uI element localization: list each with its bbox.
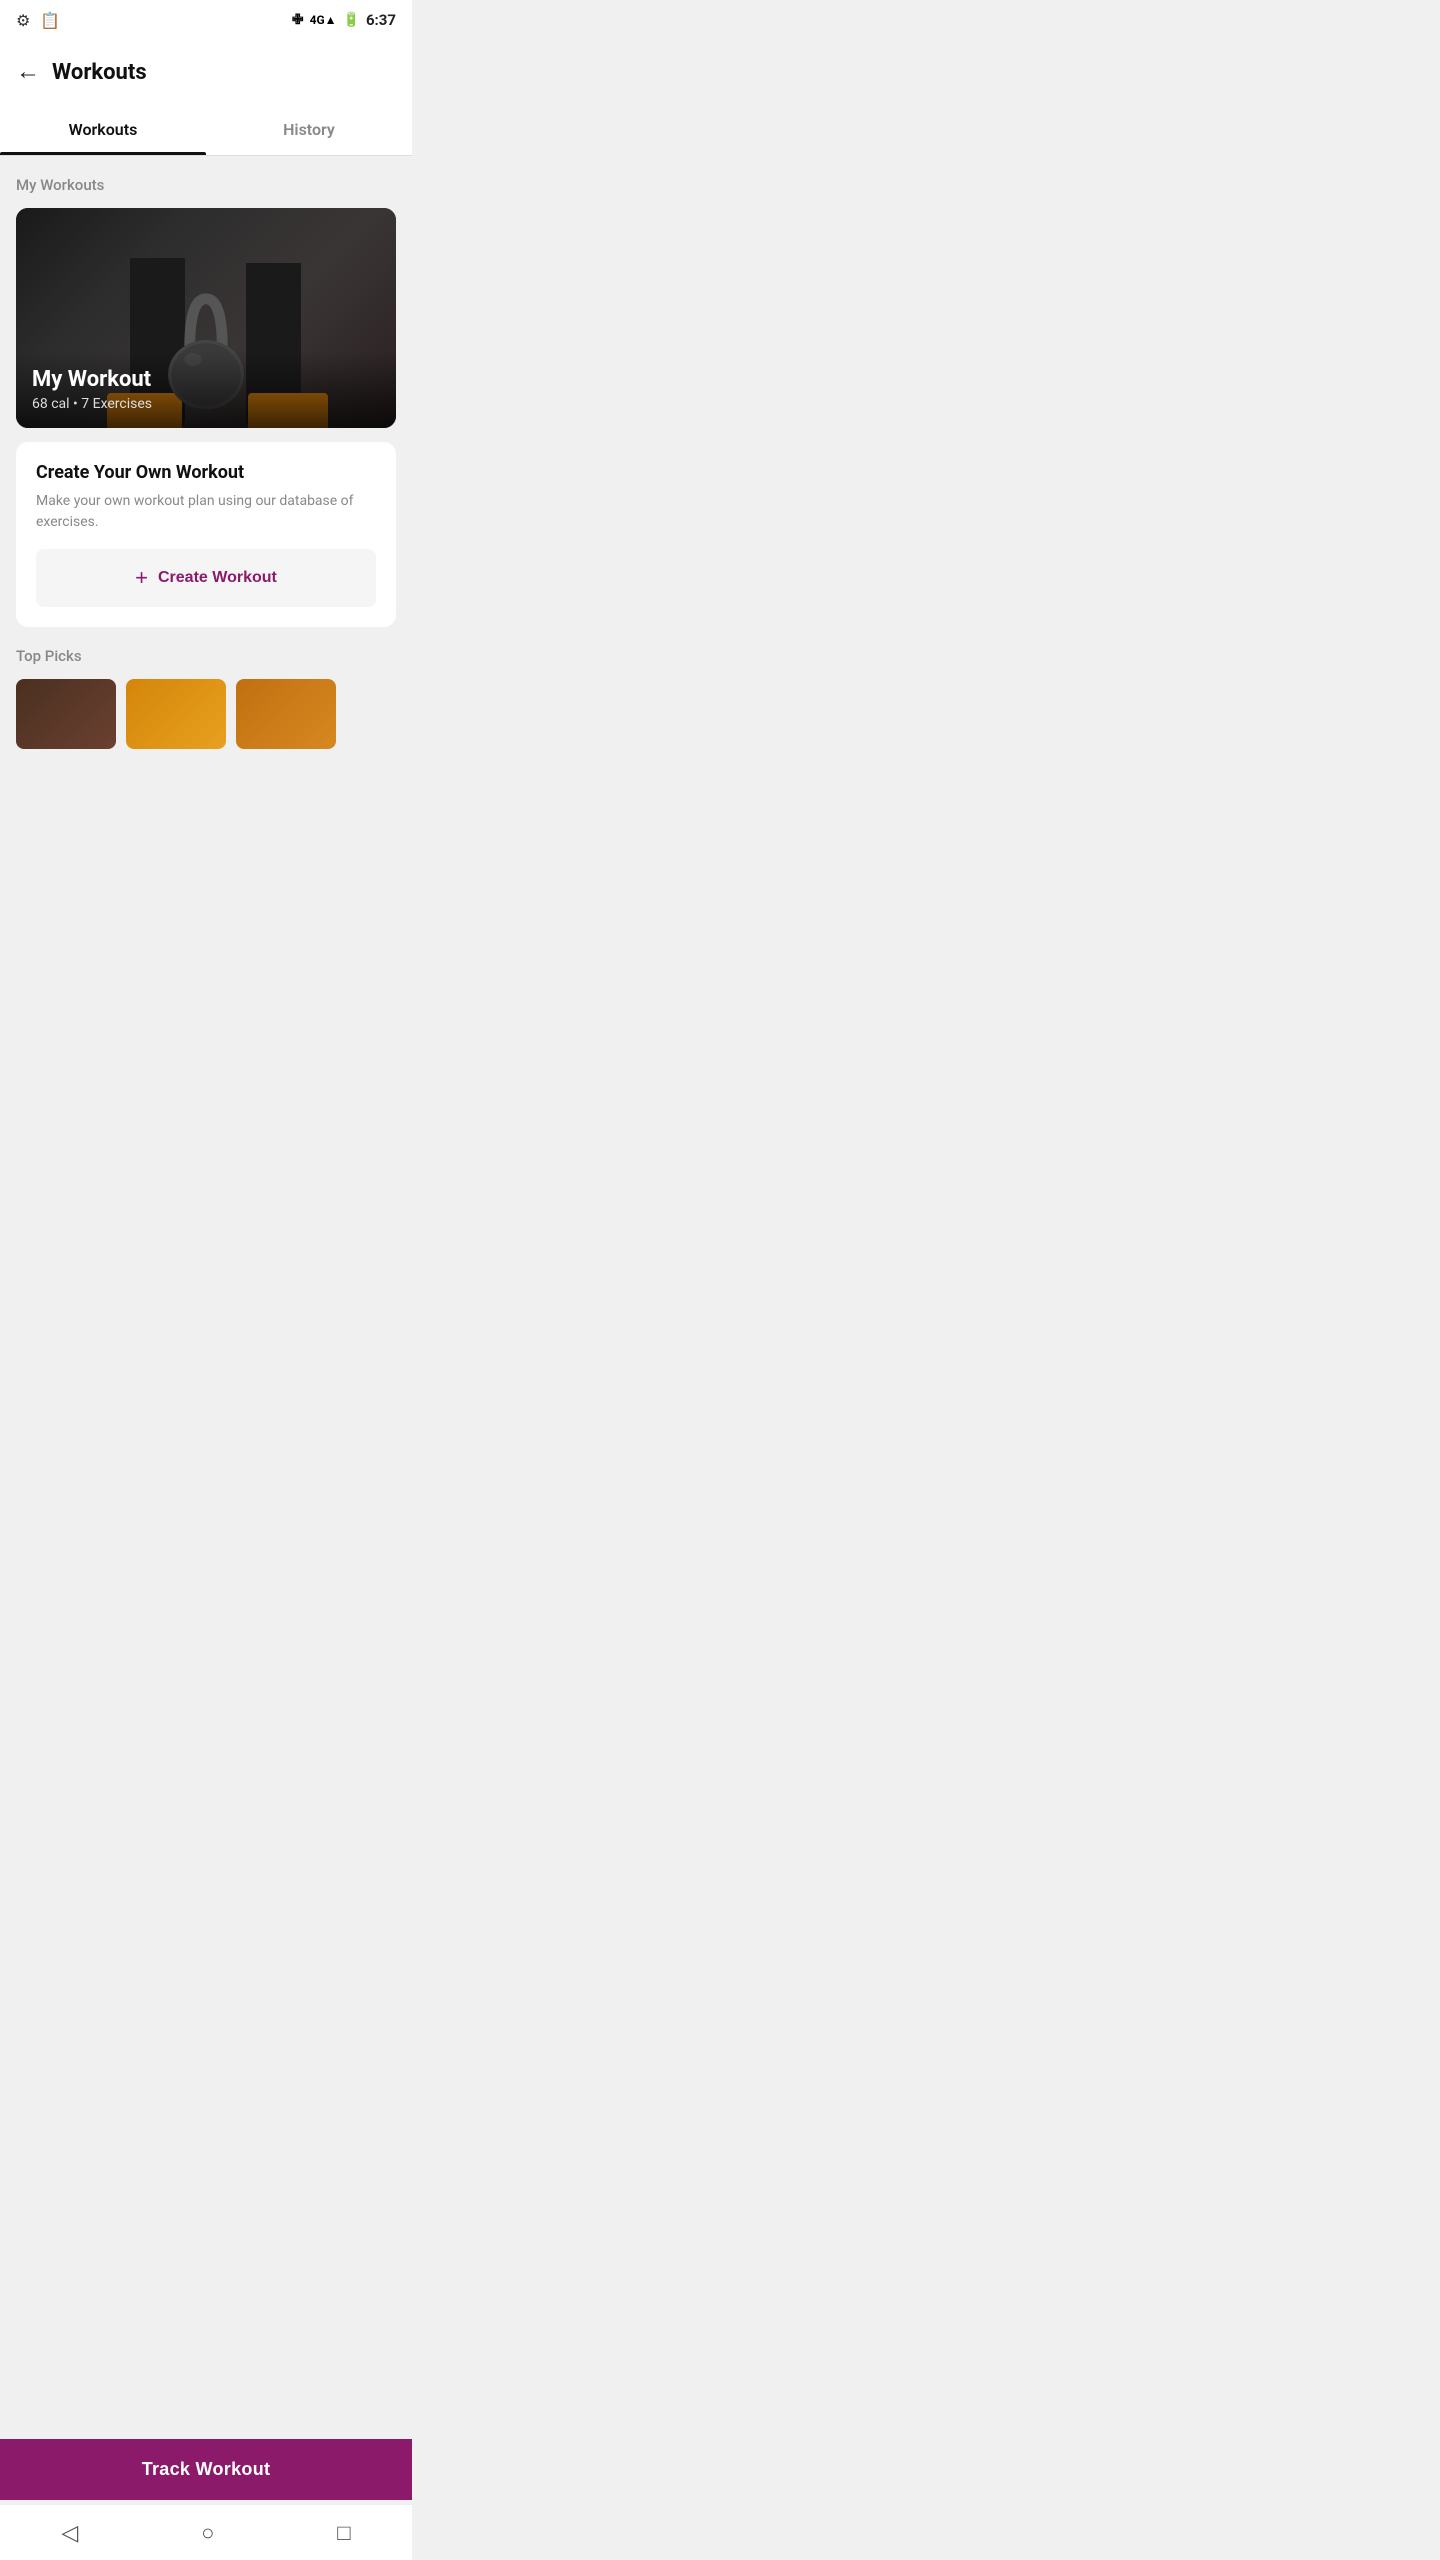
signal-4g: 4G▲ (310, 13, 337, 27)
status-bar: ⚙ 📋 ✙ 4G▲ 🔋 6:37 (0, 0, 412, 40)
create-workout-card: Create Your Own Workout Make your own wo… (16, 442, 396, 627)
calories-text: 68 cal (32, 396, 70, 412)
tabs-container: Workouts History (0, 104, 412, 156)
bluetooth-icon: ✙ (292, 12, 304, 28)
track-workout-button[interactable]: Track Workout (0, 2439, 412, 2500)
create-card-title: Create Your Own Workout (36, 462, 376, 483)
workout-card-meta: 68 cal • 7 Exercises (32, 396, 380, 412)
workout-card-title: My Workout (32, 367, 380, 392)
back-button[interactable]: ← (16, 58, 40, 86)
top-pick-item-2[interactable] (126, 679, 226, 749)
tab-history[interactable]: History (206, 104, 412, 155)
battery-icon: 🔋 (343, 12, 360, 28)
status-right-area: ✙ 4G▲ 🔋 6:37 (292, 11, 396, 29)
my-workouts-label: My Workouts (16, 176, 396, 194)
nav-recent-button[interactable]: □ (337, 2520, 350, 2546)
my-workout-card[interactable]: My Workout 68 cal • 7 Exercises (16, 208, 396, 428)
main-content: My Workouts (0, 156, 412, 899)
nav-bar: ◁ ○ □ (0, 2504, 412, 2560)
top-picks-strip (16, 679, 396, 749)
status-left-icons: ⚙ 📋 (16, 11, 60, 30)
nav-home-button[interactable]: ○ (201, 2520, 214, 2546)
top-pick-item-1[interactable] (16, 679, 116, 749)
create-card-description: Make your own workout plan using our dat… (36, 491, 376, 533)
app-bar: ← Workouts (0, 40, 412, 104)
workout-card-overlay: My Workout 68 cal • 7 Exercises (16, 351, 396, 428)
status-time: 6:37 (366, 11, 396, 29)
clipboard-icon: 📋 (40, 11, 60, 30)
create-workout-button[interactable]: + Create Workout (36, 549, 376, 607)
tab-workouts[interactable]: Workouts (0, 104, 206, 155)
nav-back-button[interactable]: ◁ (61, 2520, 78, 2546)
top-pick-item-3[interactable] (236, 679, 336, 749)
app-bar-title: Workouts (52, 60, 147, 85)
exercises-text: 7 Exercises (81, 396, 152, 412)
top-picks-label: Top Picks (16, 647, 396, 665)
create-plus-icon: + (135, 565, 148, 591)
settings-icon: ⚙ (16, 11, 30, 30)
create-workout-label: Create Workout (158, 569, 277, 587)
meta-dot: • (73, 396, 78, 412)
